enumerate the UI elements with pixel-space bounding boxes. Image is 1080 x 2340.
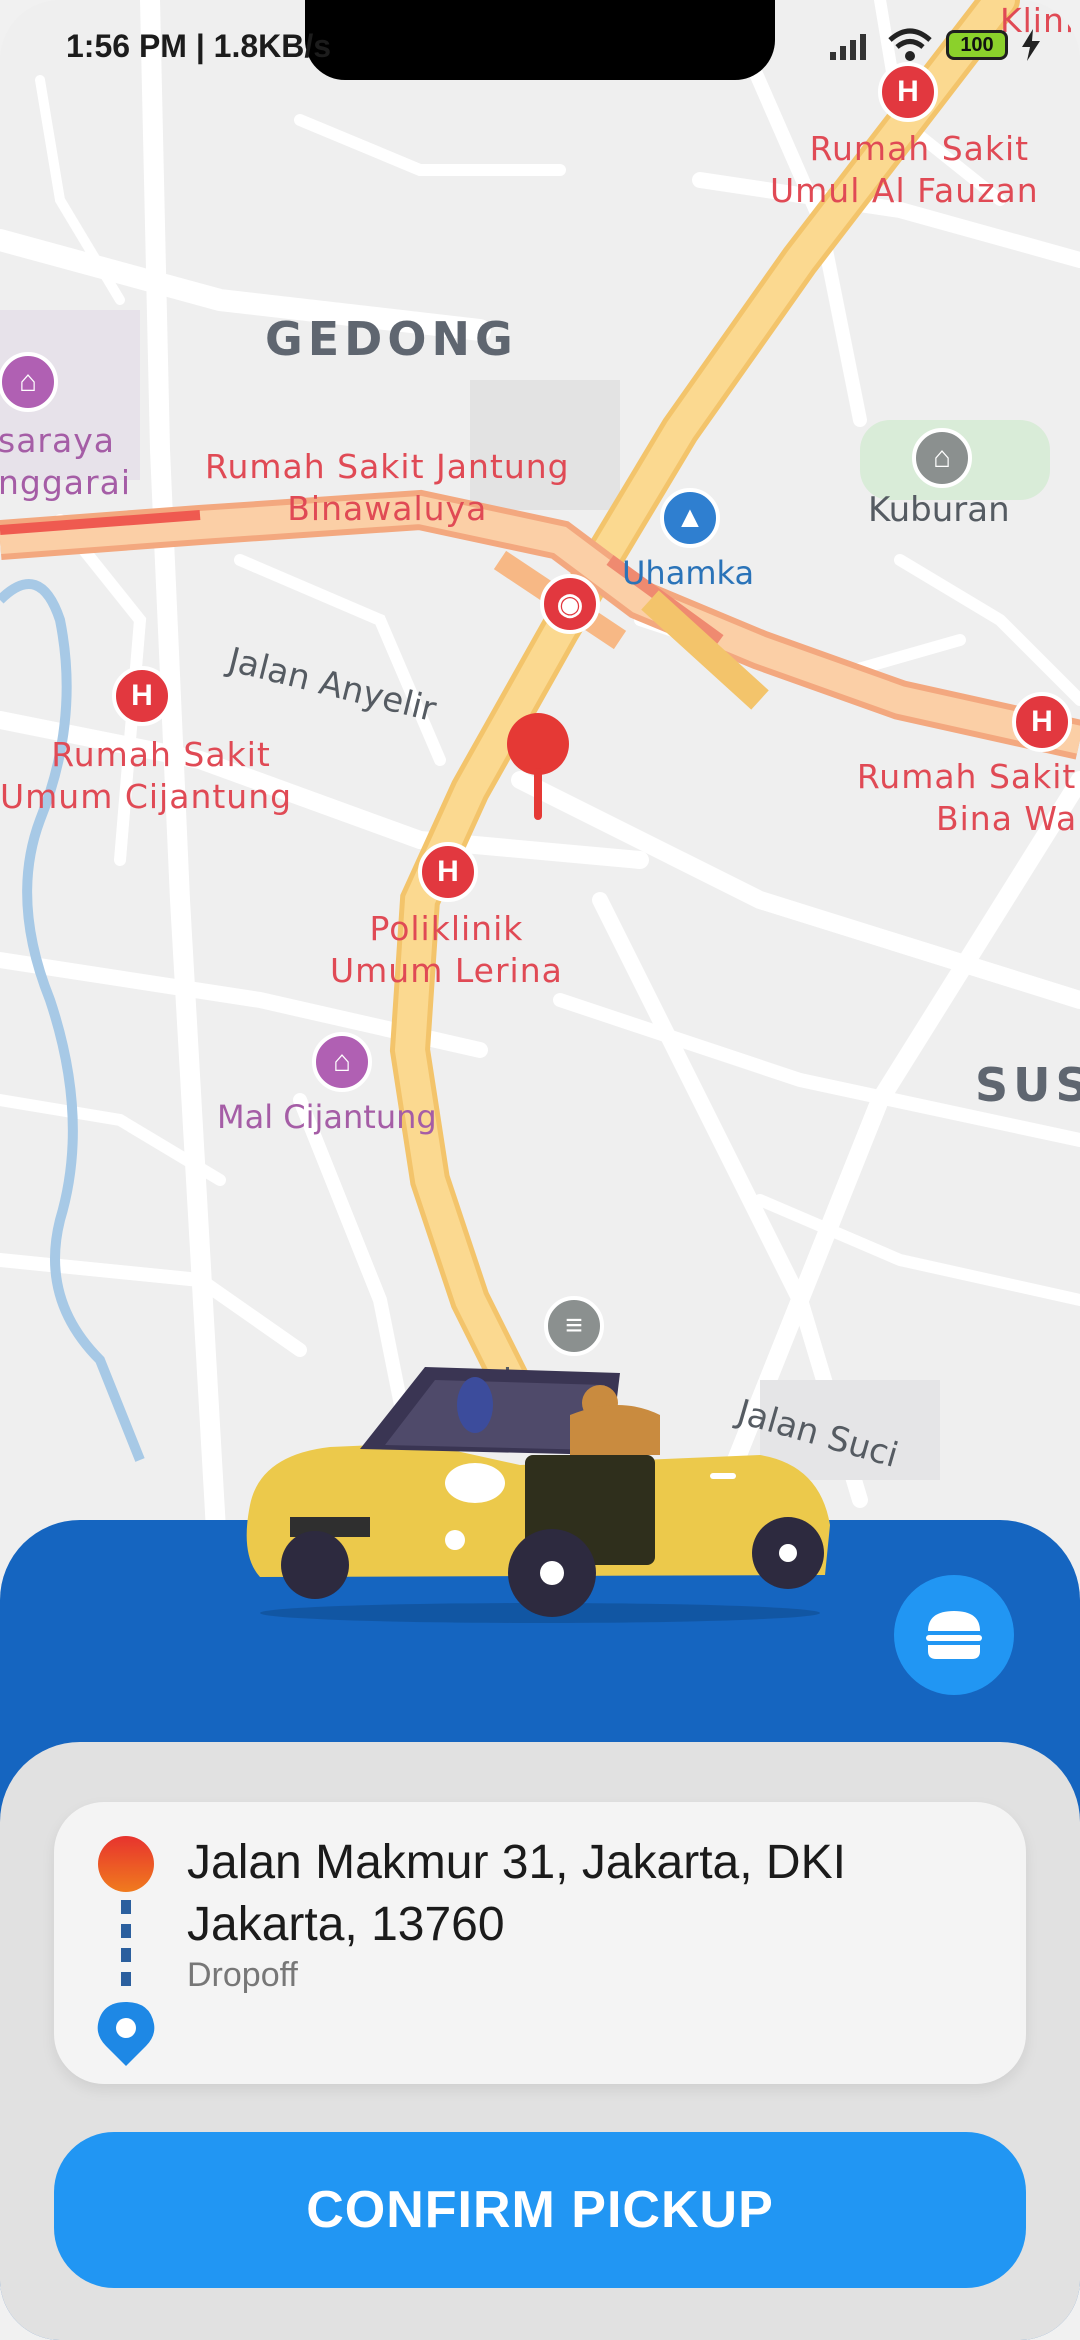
address-type-label: Dropoff bbox=[187, 1956, 298, 1994]
place-label-line: Bina Wa bbox=[936, 799, 1078, 838]
cemetery-icon[interactable]: ⌂ bbox=[912, 428, 972, 488]
confirm-pickup-button[interactable]: CONFIRM PICKUP bbox=[54, 2132, 1026, 2288]
origin-dot-icon bbox=[98, 1836, 154, 1892]
hospital-icon[interactable]: H bbox=[878, 62, 938, 122]
place-label: saraya nggarai bbox=[0, 420, 131, 504]
graduation-cap-icon[interactable]: ▲ bbox=[660, 488, 720, 548]
place-label: Poliklinik Umum Lerina bbox=[330, 908, 563, 992]
place-label-line: Rumah Sakit Jantung bbox=[205, 447, 570, 486]
shopping-bag-icon[interactable]: ⌂ bbox=[312, 1032, 372, 1092]
wifi-icon bbox=[888, 28, 932, 61]
place-label: Uhamka bbox=[622, 554, 755, 592]
status-time: 1:56 PM | 1.8KB/s bbox=[66, 28, 332, 64]
district-label: SUS bbox=[975, 1058, 1080, 1112]
place-label-line: Rumah Sakit bbox=[51, 735, 271, 774]
place-label: Rumah Sakit Umul Al Fauzan bbox=[770, 128, 1039, 212]
status-icons: 100 bbox=[830, 28, 1040, 62]
battery-icon: 100 bbox=[946, 30, 1008, 60]
place-label-line: Rumah Sakit bbox=[809, 129, 1030, 168]
place-label: Kuburan bbox=[868, 490, 1010, 530]
hospital-icon[interactable]: H bbox=[418, 842, 478, 902]
place-label-line: nggarai bbox=[0, 463, 131, 502]
hospital-icon[interactable]: H bbox=[1012, 692, 1072, 752]
district-label: GEDONG bbox=[265, 312, 518, 366]
place-label-line: Umum Lerina bbox=[330, 951, 563, 990]
convertible-car-illustration bbox=[246, 1367, 830, 1623]
layers-icon[interactable]: ≡ bbox=[544, 1296, 604, 1356]
place-label: Rumah Sakit Jantung Binawaluya bbox=[205, 446, 570, 530]
menu-button[interactable] bbox=[894, 1575, 1014, 1695]
shopping-bag-icon[interactable]: ⌂ bbox=[0, 352, 58, 412]
place-label-line: Umum Cijantung bbox=[0, 777, 293, 816]
location-marker-icon[interactable] bbox=[506, 712, 570, 822]
place-label-line: Binawaluya bbox=[287, 489, 488, 528]
place-label: Rumah Sakit Umum Cijantung bbox=[0, 734, 292, 818]
camera-notch bbox=[305, 0, 775, 80]
destination-pin-icon bbox=[97, 2002, 155, 2066]
address-text: Jalan Makmur 31, Jakarta, DKI Jakarta, 1… bbox=[187, 1836, 846, 1951]
place-label-line: Poliklinik bbox=[369, 909, 524, 948]
app-screen: H H H H ⌂ ⌂ ▲ ⌂ ≡ ◉ GEDONG SUS Rumah Sak… bbox=[0, 0, 1080, 2340]
place-label: Mal Cijantung bbox=[217, 1098, 437, 1136]
place-label-line: Umul Al Fauzan bbox=[770, 171, 1039, 210]
charging-icon bbox=[1022, 29, 1040, 61]
address-card[interactable]: Jalan Makmur 31, Jakarta, DKI Jakarta, 1… bbox=[54, 1802, 1026, 2084]
hospital-icon[interactable]: H bbox=[112, 666, 172, 726]
place-label-line: Rumah Sakit bbox=[856, 757, 1077, 796]
signal-icon bbox=[830, 34, 866, 60]
route-dashed-line bbox=[121, 1900, 131, 1992]
place-label: Rumah Sakit Bina Wa bbox=[856, 756, 1077, 840]
camera-icon[interactable]: ◉ bbox=[540, 574, 600, 634]
burger-icon bbox=[926, 1611, 982, 1659]
place-label-line: saraya bbox=[0, 421, 115, 460]
